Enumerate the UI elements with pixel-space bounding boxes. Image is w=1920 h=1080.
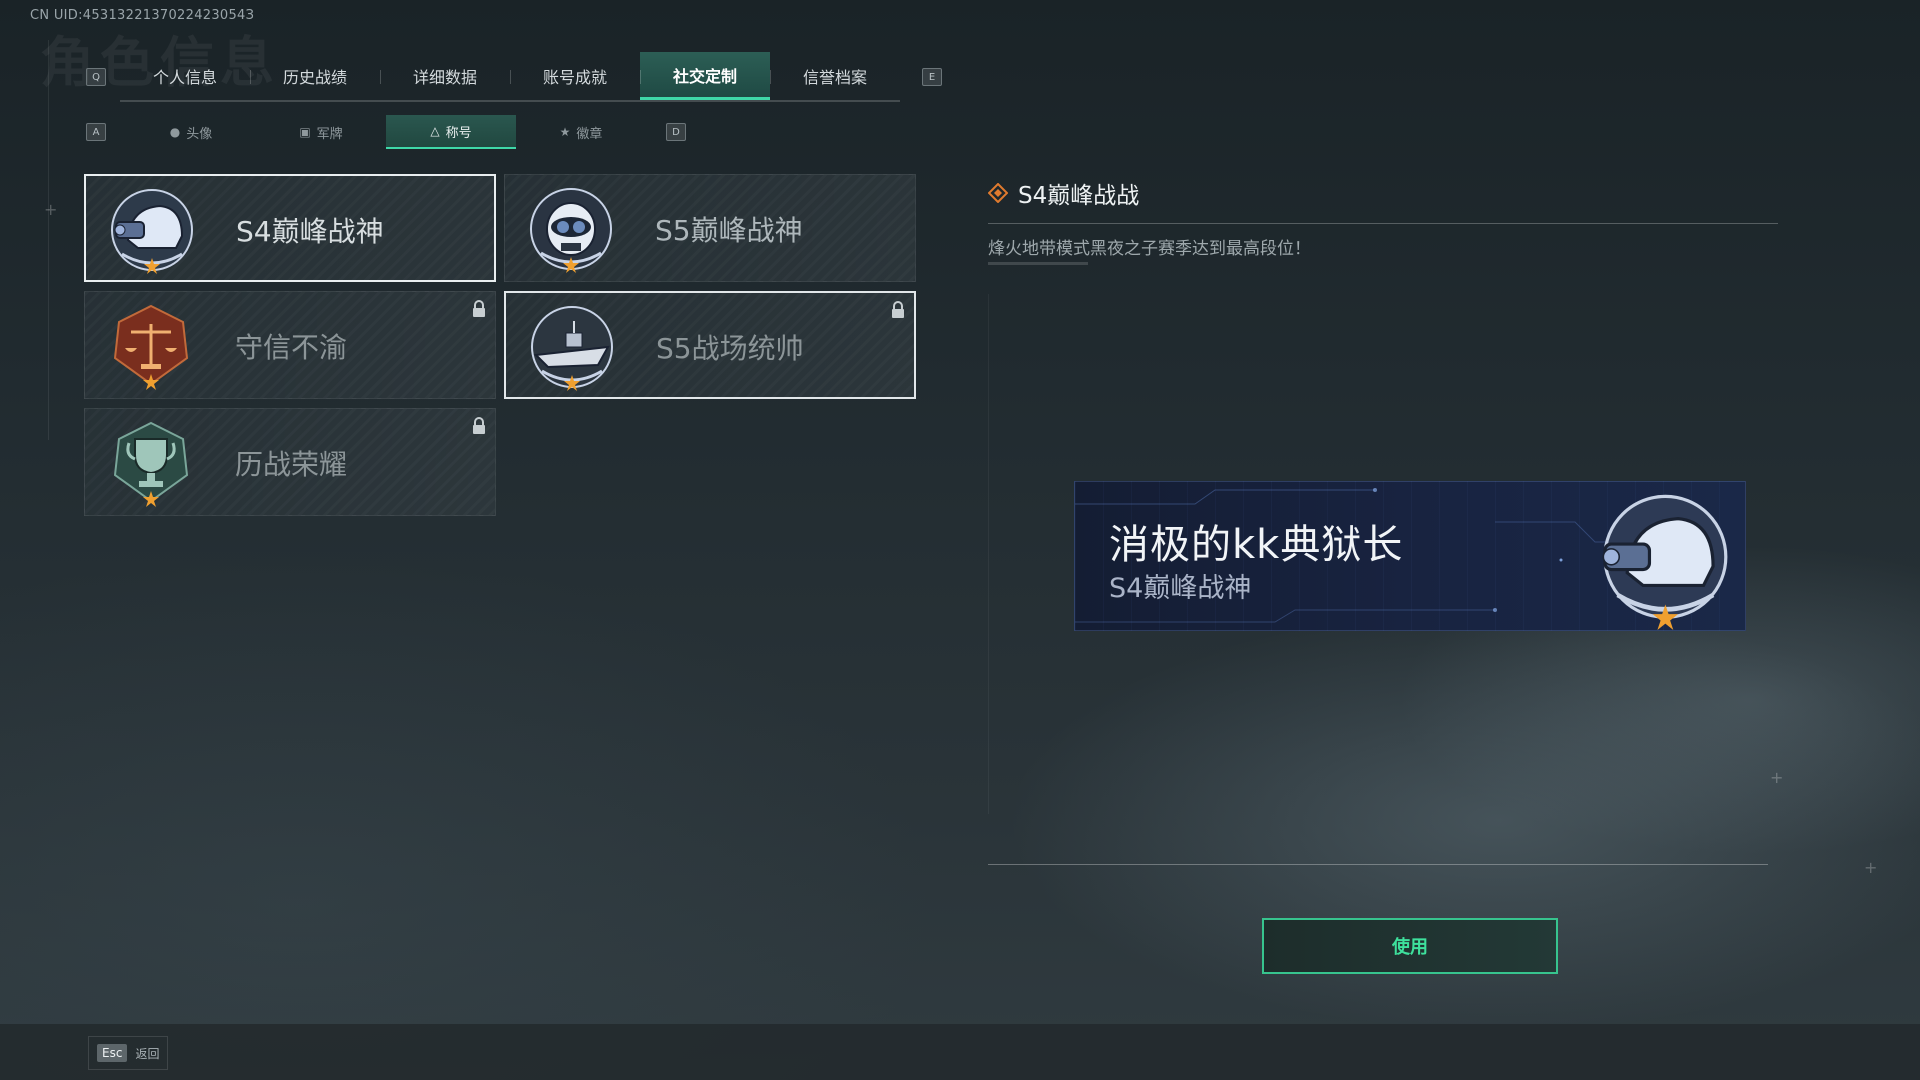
diamond-icon (988, 183, 1008, 203)
lock-icon (473, 300, 485, 317)
tab-personal-info[interactable]: 个人信息 (120, 52, 250, 100)
tab-detailed-data[interactable]: 详细数据 (380, 52, 510, 100)
nameplate-preview: 消极的kk典狱长 S4巅峰战神 (1074, 481, 1746, 631)
sub-tab-bar: A ● 头像 ▣ 军牌 △ 称号 ★ 徽章 D (86, 115, 706, 149)
use-button[interactable]: 使用 (1262, 918, 1558, 974)
trophy-icon (113, 421, 189, 507)
helmet-nightvision-icon (1602, 494, 1728, 630)
back-button[interactable]: Esc 返回 (88, 1036, 169, 1070)
divider (988, 223, 1778, 224)
detail-title: S4巅峰战战 (1018, 183, 1140, 209)
title-card-s5-battlefield-marshal[interactable]: S5战场统帅 (504, 291, 916, 399)
title-card-s4-peak-god[interactable]: S4巅峰战神 (84, 174, 496, 282)
subtab-label: 军牌 (316, 126, 343, 142)
tab-history-record[interactable]: 历史战绩 (250, 52, 380, 100)
tab-account-achievements[interactable]: 账号成就 (510, 52, 640, 100)
subtab-title[interactable]: △ 称号 (386, 115, 516, 149)
title-name: 历战荣耀 (235, 448, 348, 481)
subtab-label: 头像 (186, 126, 213, 142)
nameplate-player-name: 消极的kk典狱长 (1109, 522, 1404, 568)
decorative-line (48, 40, 49, 440)
divider (988, 864, 1768, 865)
detail-underline (988, 262, 1088, 265)
helmet-nightvision-icon (111, 189, 193, 274)
key-hint-a[interactable]: A (86, 123, 106, 141)
lock-icon (473, 417, 485, 434)
title-name: S5战场统帅 (656, 332, 804, 365)
detail-description: 烽火地带模式黑夜之子赛季达到最高段位！ (988, 239, 1311, 259)
main-tab-bar: Q 个人信息 历史战绩 详细数据 账号成就 社交定制 信誉档案 E (86, 52, 956, 102)
subtab-avatar[interactable]: ● 头像 (126, 115, 256, 149)
dogtag-icon: ▣ (299, 125, 311, 139)
tab-social-custom[interactable]: 社交定制 (640, 52, 770, 100)
key-hint-d[interactable]: D (666, 123, 686, 141)
nameplate-title: S4巅峰战神 (1109, 573, 1252, 604)
subtab-dogtag[interactable]: ▣ 军牌 (256, 115, 386, 149)
boat-icon (531, 306, 613, 391)
subtab-label: 称号 (445, 125, 472, 141)
detail-header: S4巅峰战战 (988, 176, 1139, 210)
title-card-battle-glory[interactable]: 历战荣耀 (84, 408, 496, 516)
person-icon: ● (169, 125, 181, 139)
key-hint-q[interactable]: Q (86, 68, 106, 86)
lock-icon (892, 301, 904, 318)
triangle-icon: △ (430, 124, 440, 138)
tab-credit-profile[interactable]: 信誉档案 (770, 52, 900, 100)
title-card-keep-faith[interactable]: 守信不渝 (84, 291, 496, 399)
footer-bar (0, 1024, 1920, 1080)
key-hint-e[interactable]: E (922, 68, 942, 86)
subtab-label: 徽章 (576, 126, 603, 142)
esc-key-hint: Esc (97, 1044, 128, 1062)
subtab-badge[interactable]: ★ 徽章 (516, 115, 646, 149)
decorative-plus: + (1864, 858, 1878, 877)
back-label: 返回 (135, 1046, 160, 1061)
scales-icon (113, 304, 189, 390)
title-name: 守信不渝 (235, 331, 348, 364)
title-name: S5巅峰战神 (655, 214, 803, 247)
title-name: S4巅峰战神 (236, 215, 384, 248)
skull-goggles-icon (530, 188, 612, 273)
decorative-plus: + (44, 200, 58, 219)
title-card-s5-peak-god[interactable]: S5巅峰战神 (504, 174, 916, 282)
badge-icon: ★ (559, 125, 571, 139)
